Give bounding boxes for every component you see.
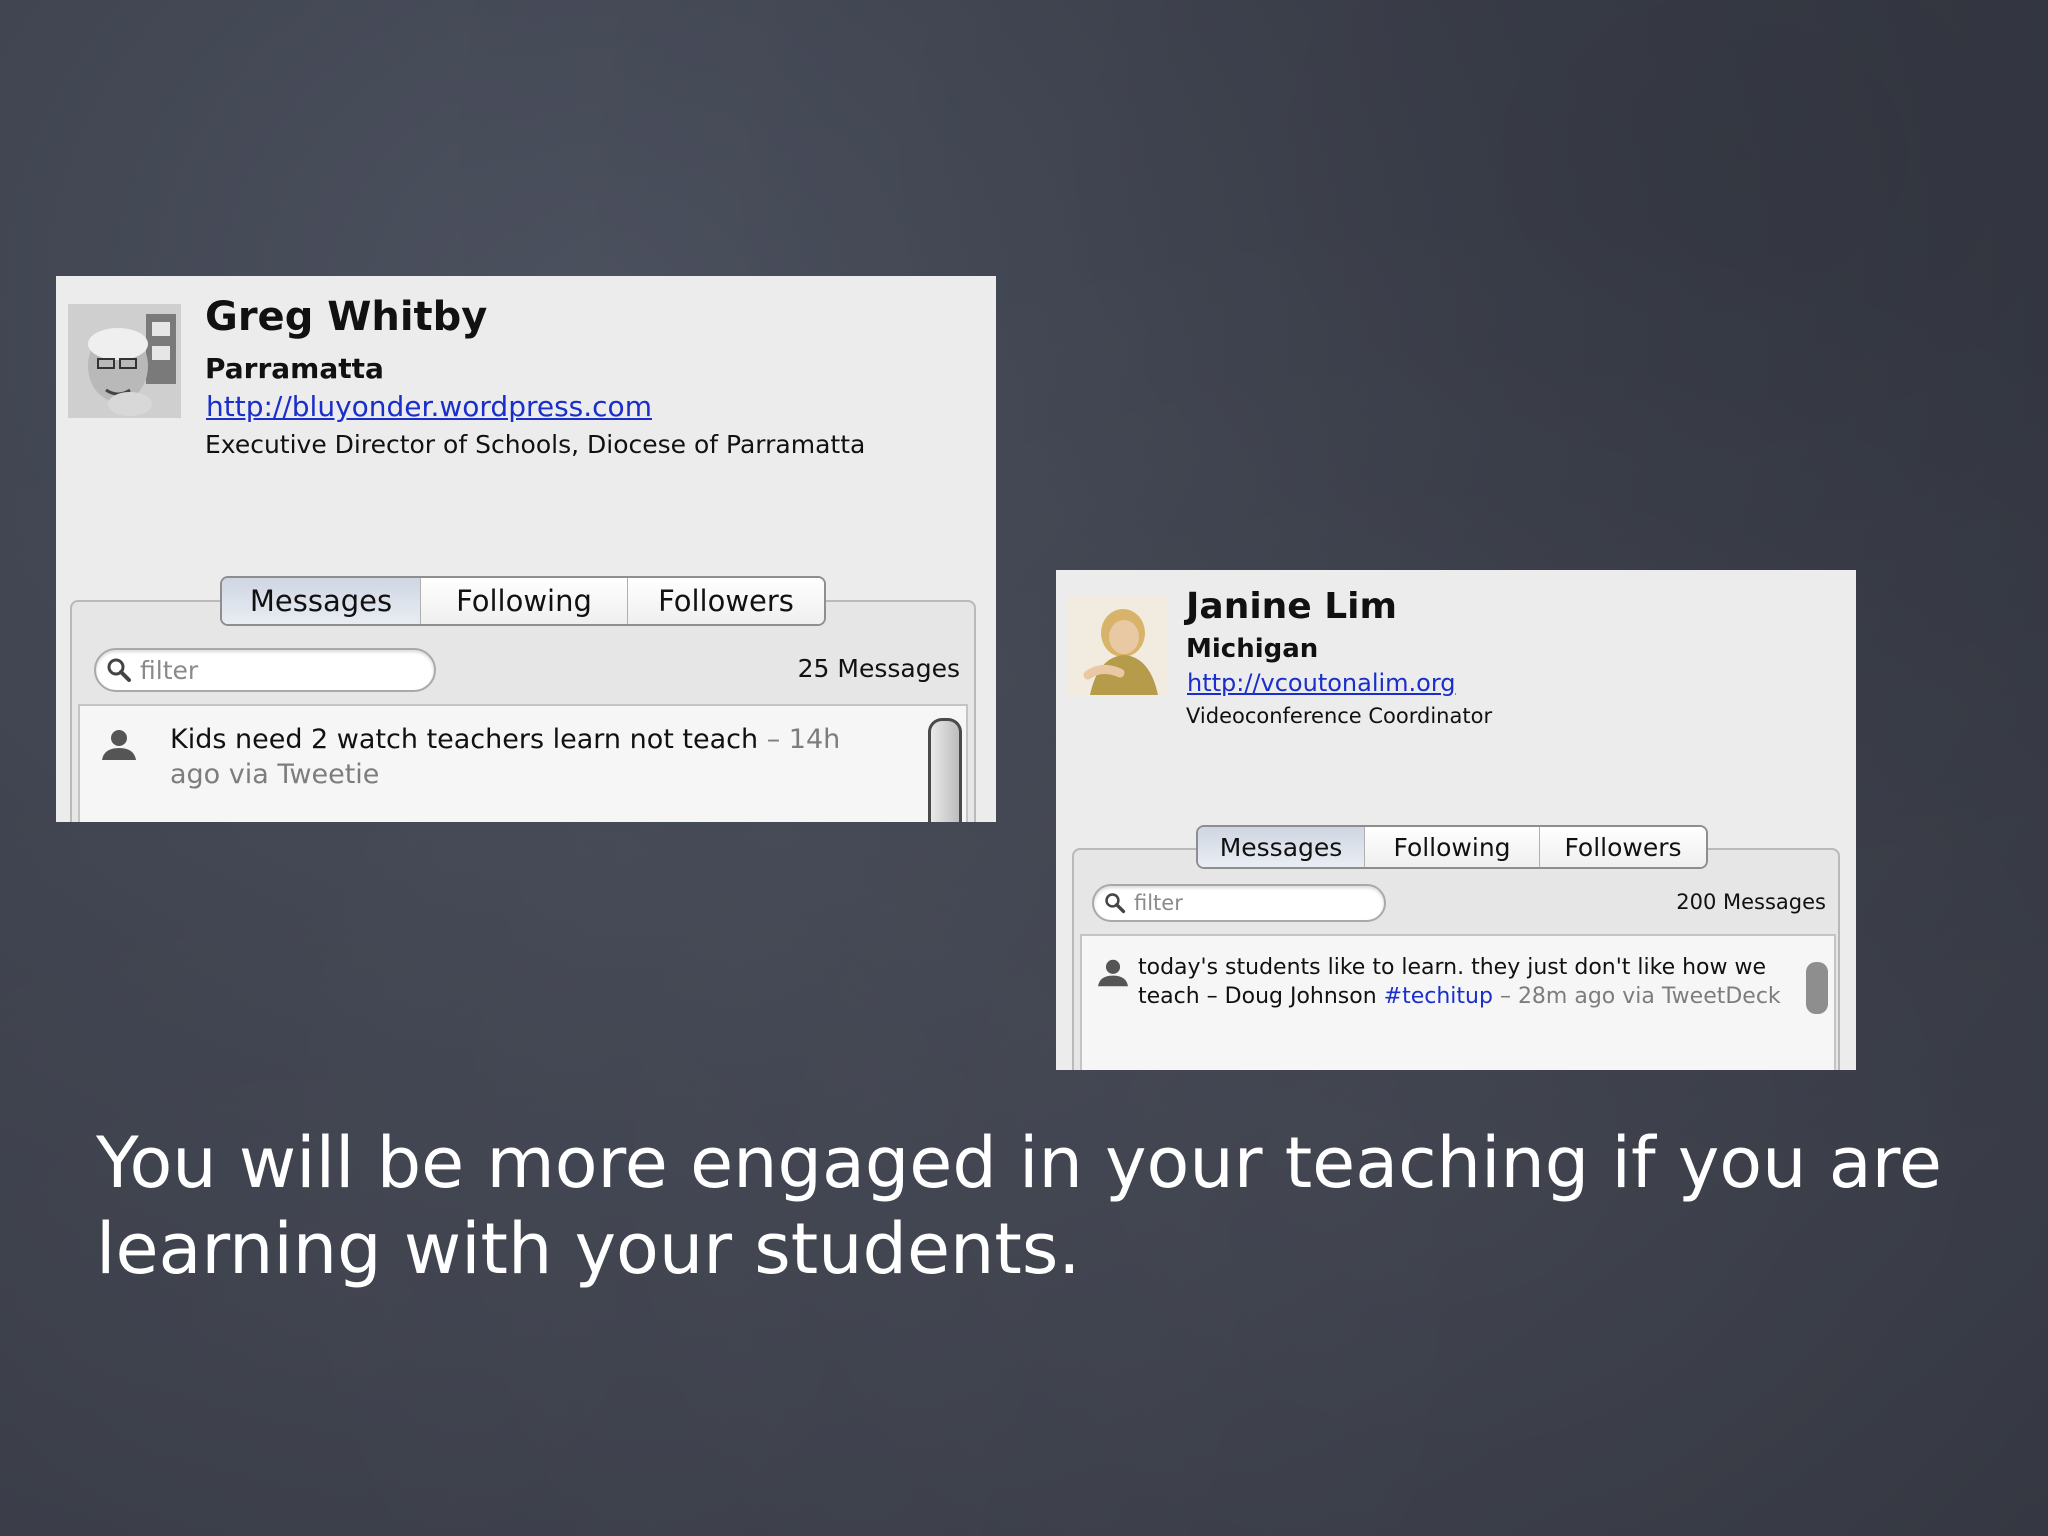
filter-search-field[interactable] xyxy=(1092,884,1386,922)
profile-bio: Videoconference Coordinator xyxy=(1186,704,1493,728)
user-icon xyxy=(102,730,136,760)
tab-followers[interactable]: Followers xyxy=(1539,827,1706,867)
profile-location: Parramatta xyxy=(205,352,384,385)
message-count: 25 Messages xyxy=(797,654,960,683)
message-count: 200 Messages xyxy=(1676,890,1826,914)
avatar xyxy=(1068,595,1168,695)
slide-caption: You will be more engaged in your teachin… xyxy=(96,1122,1942,1290)
filter-input[interactable] xyxy=(1132,890,1368,916)
tab-messages[interactable]: Messages xyxy=(1198,827,1364,867)
profile-url-link[interactable]: http://vcoutonalim.org xyxy=(1187,669,1456,697)
list-item[interactable]: today's students like to learn. they jus… xyxy=(1138,954,1798,1011)
profile-name: Greg Whitby xyxy=(205,294,488,340)
profile-card-greg-whitby: Greg Whitby Parramatta http://bluyonder.… xyxy=(56,276,996,822)
message-text: Kids need 2 watch teachers learn not tea… xyxy=(170,724,759,755)
scrollbar[interactable] xyxy=(1806,962,1828,1014)
profile-card-janine-lim: Janine Lim Michigan http://vcoutonalim.o… xyxy=(1056,570,1856,1070)
filter-input[interactable] xyxy=(138,654,413,686)
profile-photo-icon xyxy=(68,304,181,418)
search-icon xyxy=(1105,893,1126,914)
user-icon xyxy=(1098,959,1128,987)
message-list: Kids need 2 watch teachers learn not tea… xyxy=(78,704,968,822)
avatar xyxy=(68,304,181,418)
scrollbar[interactable] xyxy=(928,718,962,822)
message-meta: – 28m ago via TweetDeck xyxy=(1492,983,1781,1009)
tab-following[interactable]: Following xyxy=(420,578,627,624)
profile-url-link[interactable]: http://bluyonder.wordpress.com xyxy=(206,390,652,423)
tab-bar: Messages Following Followers xyxy=(1196,825,1708,869)
tab-bar: Messages Following Followers xyxy=(220,576,826,626)
filter-search-field[interactable] xyxy=(94,648,436,692)
profile-photo-icon xyxy=(1068,595,1168,695)
tab-messages[interactable]: Messages xyxy=(222,578,420,624)
list-item[interactable]: Kids need 2 watch teachers learn not tea… xyxy=(170,722,870,792)
message-list: today's students like to learn. they jus… xyxy=(1080,934,1836,1070)
tab-following[interactable]: Following xyxy=(1364,827,1539,867)
profile-bio: Executive Director of Schools, Diocese o… xyxy=(205,430,866,459)
search-icon xyxy=(107,658,131,682)
hashtag-link[interactable]: #techitup xyxy=(1384,984,1493,1009)
tab-followers[interactable]: Followers xyxy=(627,578,824,624)
profile-name: Janine Lim xyxy=(1186,586,1398,627)
profile-location: Michigan xyxy=(1186,634,1319,664)
